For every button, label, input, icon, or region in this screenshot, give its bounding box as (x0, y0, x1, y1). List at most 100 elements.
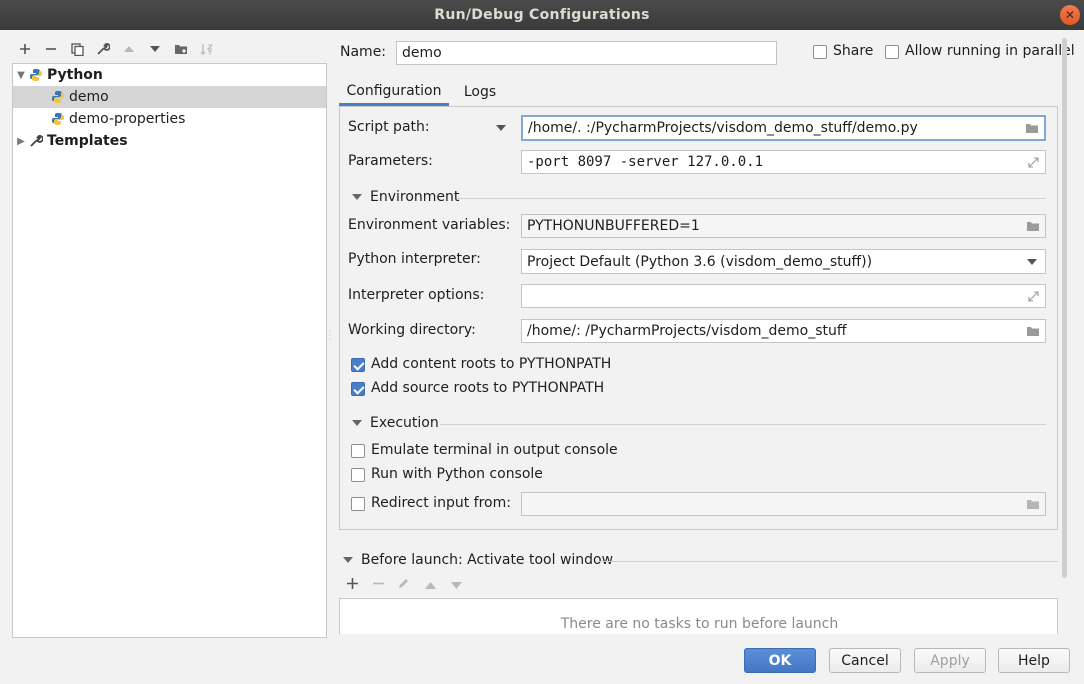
env-vars-label: Environment variables: (348, 217, 511, 233)
add-icon[interactable] (12, 38, 38, 60)
move-down-icon[interactable] (142, 38, 168, 60)
name-value: demo (402, 45, 442, 61)
chevron-down-icon[interactable]: ▼ (13, 70, 29, 81)
before-launch-header: Before launch: Activate tool window (361, 552, 614, 568)
name-field[interactable]: demo (396, 41, 777, 65)
folder-add-icon[interactable] (168, 38, 194, 60)
parameters-label: Parameters: (348, 153, 433, 169)
divider (458, 198, 1046, 199)
wrench-icon[interactable] (90, 38, 116, 60)
interp-options-label: Interpreter options: (348, 287, 485, 303)
move-up-icon[interactable] (116, 38, 142, 60)
tree-item-label: demo-properties (69, 111, 186, 127)
workdir-input[interactable]: /home/: /PycharmProjects/visdom_demo_stu… (521, 319, 1046, 343)
window-title: Run/Debug Configurations (434, 7, 650, 23)
folder-icon[interactable] (1025, 497, 1041, 511)
config-tree[interactable]: ▼ Python demo demo-properties ▶ Template… (12, 63, 327, 638)
workdir-label: Working directory: (348, 322, 476, 338)
redirect-input-checkbox[interactable] (351, 497, 365, 511)
execution-header: Execution (370, 415, 439, 431)
expand-icon[interactable] (1025, 155, 1041, 169)
edit-icon[interactable] (395, 577, 413, 593)
move-down-icon[interactable] (447, 577, 465, 593)
add-icon[interactable] (343, 577, 361, 593)
content-roots-checkbox[interactable] (351, 358, 365, 372)
config-tabs: Configuration Logs (339, 78, 1058, 106)
tree-item-demo[interactable]: demo (13, 86, 326, 108)
move-up-icon[interactable] (421, 577, 439, 593)
folder-icon[interactable] (1025, 219, 1041, 233)
python-icon (29, 68, 43, 82)
before-launch-task-list[interactable]: There are no tasks to run before launch (339, 598, 1058, 634)
name-label: Name: (340, 44, 387, 60)
script-path-label: Script path: (348, 119, 430, 135)
source-roots-label: Add source roots to PYTHONPATH (371, 380, 605, 396)
chevron-down-icon (352, 194, 362, 200)
sort-icon[interactable] (194, 38, 220, 60)
python-console-checkbox[interactable] (351, 468, 365, 482)
remove-icon[interactable] (38, 38, 64, 60)
window-titlebar: Run/Debug Configurations ✕ (0, 0, 1084, 30)
python-file-icon (51, 112, 65, 126)
chevron-down-icon (343, 557, 353, 563)
env-vars-input[interactable]: PYTHONUNBUFFERED=1 (521, 214, 1046, 238)
redirect-input-field[interactable] (521, 492, 1046, 516)
execution-section-toggle[interactable]: Execution (352, 415, 439, 431)
environment-section-toggle[interactable]: Environment (352, 189, 459, 205)
before-launch-toggle[interactable]: Before launch: Activate tool window (343, 552, 613, 568)
cancel-button[interactable]: Cancel (829, 648, 901, 673)
before-launch-toolbar (343, 577, 465, 593)
redirect-input-label: Redirect input from: (371, 495, 511, 511)
source-roots-checkbox[interactable] (351, 382, 365, 396)
interpreter-value: Project Default (Python 3.6 (visdom_demo… (527, 253, 873, 270)
emulate-terminal-label: Emulate terminal in output console (371, 442, 618, 458)
wrench-icon (29, 134, 44, 148)
script-type-dropdown[interactable] (496, 125, 506, 131)
empty-tasks-text: There are no tasks to run before launch (560, 616, 839, 632)
help-button[interactable]: Help (998, 648, 1070, 673)
vertical-scrollbar[interactable] (1062, 38, 1067, 578)
chevron-down-icon (352, 420, 362, 426)
folder-icon[interactable] (1025, 324, 1041, 338)
interpreter-select[interactable]: Project Default (Python 3.6 (visdom_demo… (521, 249, 1046, 274)
parameters-value: -port 8097 -server 127.0.0.1 (527, 154, 764, 170)
share-checkbox[interactable] (813, 45, 827, 59)
parameters-input[interactable]: -port 8097 -server 127.0.0.1 (521, 150, 1046, 174)
ok-button[interactable]: OK (744, 648, 816, 673)
splitter-handle[interactable]: · · · (327, 328, 333, 344)
tab-label: Logs (463, 84, 497, 100)
python-console-label: Run with Python console (371, 466, 543, 482)
python-file-icon (51, 90, 65, 104)
chevron-right-icon[interactable]: ▶ (13, 136, 29, 147)
tab-configuration[interactable]: Configuration (339, 78, 449, 106)
tree-item-templates[interactable]: ▶ Templates (13, 130, 326, 152)
copy-icon[interactable] (64, 38, 90, 60)
remove-icon[interactable] (369, 577, 387, 593)
chevron-down-icon (1027, 259, 1037, 265)
workdir-value: /home/: /PycharmProjects/visdom_demo_stu… (527, 323, 847, 339)
tree-item-label: Templates (47, 133, 128, 149)
interp-options-input[interactable] (521, 284, 1046, 308)
script-path-value: /home/. :/PycharmProjects/visdom_demo_st… (528, 120, 918, 136)
script-path-input[interactable]: /home/. :/PycharmProjects/visdom_demo_st… (521, 115, 1046, 141)
divider (598, 561, 1058, 562)
parallel-label: Allow running in parallel (905, 43, 1075, 59)
apply-button[interactable]: Apply (914, 648, 986, 673)
expand-icon[interactable] (1025, 289, 1041, 303)
close-icon[interactable]: ✕ (1060, 5, 1080, 25)
tree-item-demo-properties[interactable]: demo-properties (13, 108, 326, 130)
environment-header: Environment (370, 189, 460, 205)
interpreter-label: Python interpreter: (348, 251, 481, 267)
share-label: Share (833, 43, 874, 59)
parallel-checkbox[interactable] (885, 45, 899, 59)
tab-label: Configuration (346, 82, 442, 99)
config-toolbar (12, 38, 220, 60)
folder-icon[interactable] (1024, 121, 1040, 135)
divider (440, 424, 1046, 425)
emulate-terminal-checkbox[interactable] (351, 444, 365, 458)
tab-logs[interactable]: Logs (457, 78, 503, 106)
tree-item-python[interactable]: ▼ Python (13, 64, 326, 86)
content-roots-label: Add content roots to PYTHONPATH (371, 356, 612, 372)
tree-item-label: Python (47, 67, 103, 83)
tree-item-label: demo (69, 89, 109, 105)
